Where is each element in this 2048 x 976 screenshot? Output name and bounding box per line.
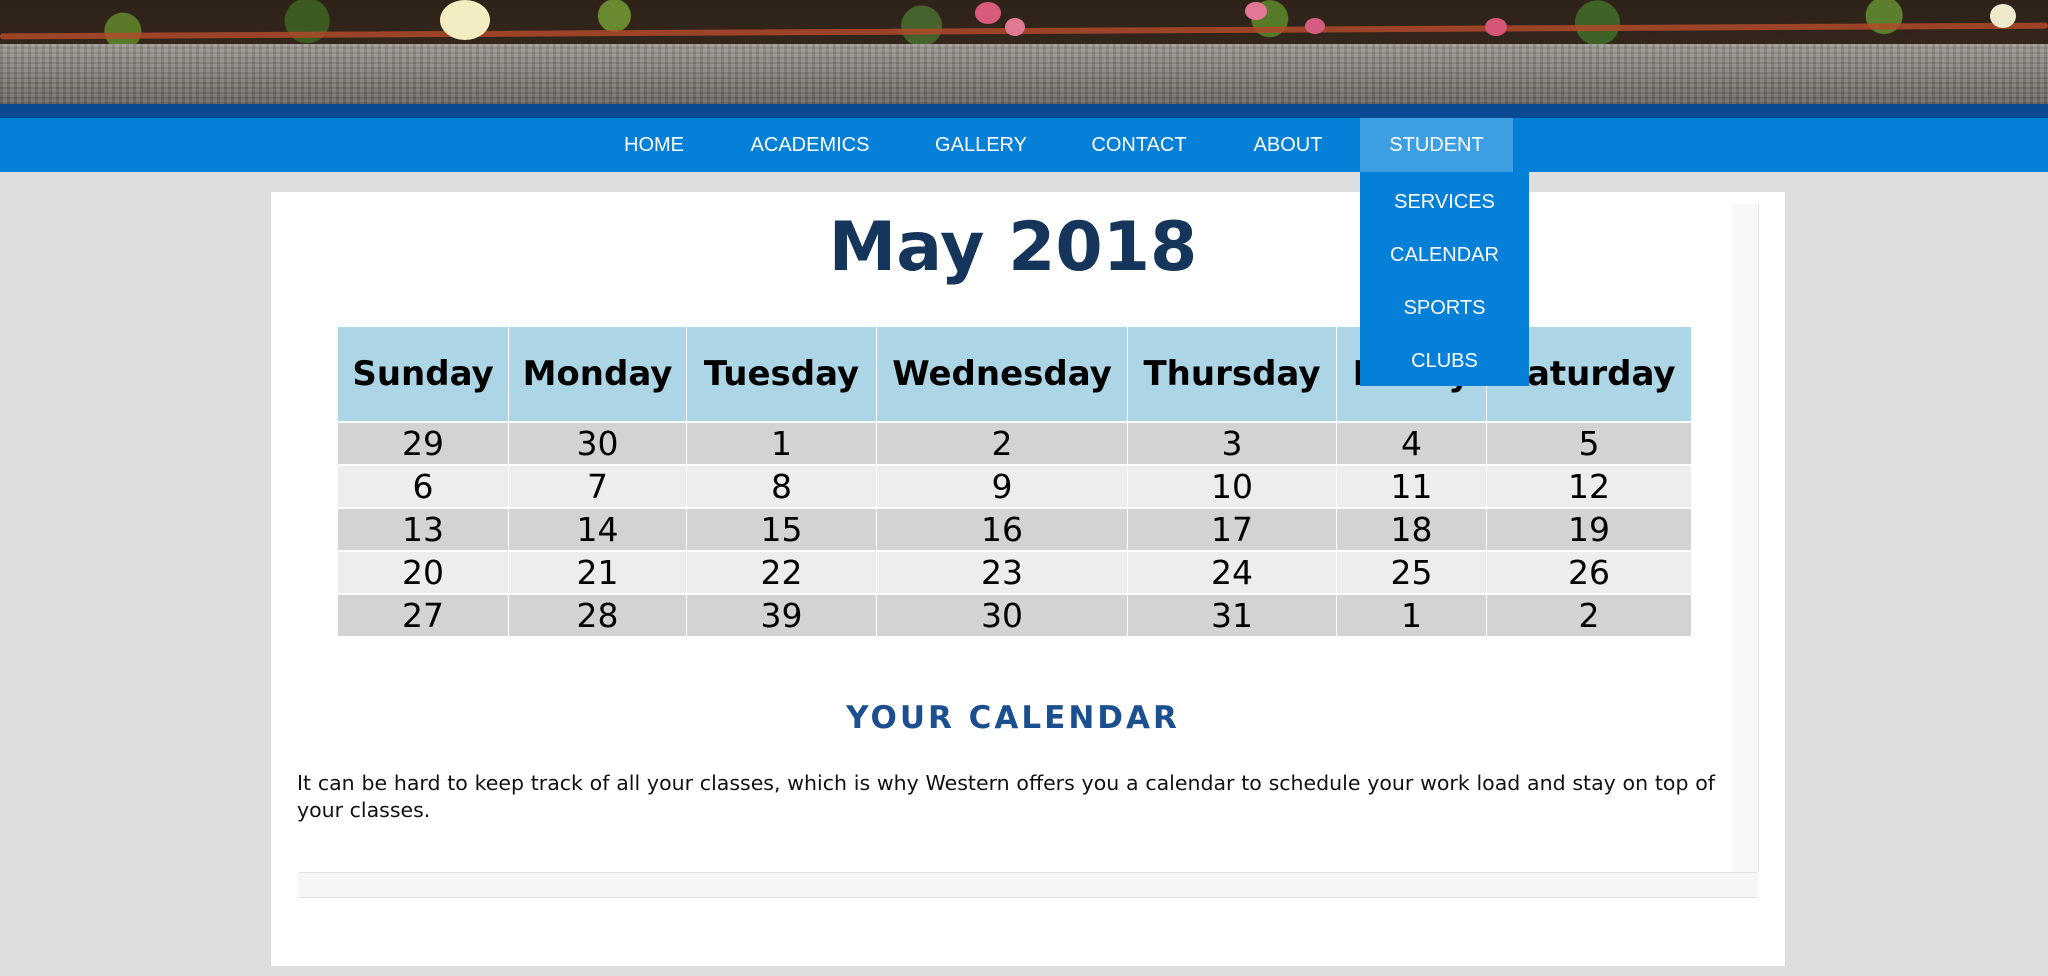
- flower-pink: [1005, 18, 1025, 36]
- header-strip: [0, 104, 2048, 118]
- content-frame-footer: [298, 872, 1758, 898]
- calendar-day-cell[interactable]: 23: [877, 552, 1128, 595]
- dropdown-item-sports[interactable]: SPORTS: [1360, 282, 1529, 335]
- nav-item-gallery[interactable]: GALLERY: [916, 118, 1046, 172]
- calendar-day-cell[interactable]: 19: [1487, 509, 1691, 552]
- calendar-week-row: 13 14 15 16 17 18 19: [338, 509, 1691, 552]
- calendar-day-cell[interactable]: 15: [687, 509, 877, 552]
- calendar-day-cell[interactable]: 30: [509, 423, 687, 466]
- nav-item-about[interactable]: ABOUT: [1232, 118, 1344, 172]
- flower-pink: [1305, 18, 1325, 34]
- calendar-day-cell[interactable]: 26: [1487, 552, 1691, 595]
- calendar-day-cell[interactable]: 4: [1337, 423, 1487, 466]
- day-header-thursday: Thursday: [1128, 327, 1337, 423]
- calendar-day-cell[interactable]: 30: [877, 595, 1128, 638]
- nav-item-home[interactable]: HOME: [604, 118, 704, 172]
- dropdown-item-services[interactable]: SERVICES: [1360, 176, 1529, 229]
- dropdown-item-calendar[interactable]: CALENDAR: [1360, 229, 1529, 282]
- calendar-day-cell[interactable]: 39: [687, 595, 877, 638]
- calendar-week-row: 27 28 39 30 31 1 2: [338, 595, 1691, 638]
- calendar-day-cell[interactable]: 29: [338, 423, 509, 466]
- section-paragraph: It can be hard to keep track of all your…: [297, 771, 1715, 822]
- dropdown-item-clubs[interactable]: CLUBS: [1360, 335, 1529, 388]
- calendar-day-cell[interactable]: 3: [1128, 423, 1337, 466]
- calendar-day-cell[interactable]: 20: [338, 552, 509, 595]
- calendar-day-cell[interactable]: 8: [687, 466, 877, 509]
- day-header-monday: Monday: [509, 327, 687, 423]
- flower-pink: [1245, 2, 1267, 20]
- calendar-day-cell[interactable]: 27: [338, 595, 509, 638]
- calendar-month-title: May 2018: [828, 208, 1198, 287]
- flower-pink: [975, 2, 1001, 24]
- calendar-day-cell[interactable]: 2: [1487, 595, 1691, 638]
- calendar-week-row: 29 30 1 2 3 4 5: [338, 423, 1691, 466]
- header-banner-image: [0, 0, 2048, 104]
- student-dropdown-menu: SERVICES CALENDAR SPORTS CLUBS: [1360, 172, 1529, 386]
- content-frame-edge: [1732, 204, 1759, 872]
- calendar-day-cell[interactable]: 22: [687, 552, 877, 595]
- calendar-day-cell[interactable]: 5: [1487, 423, 1691, 466]
- nav-item-student[interactable]: STUDENT: [1360, 118, 1513, 172]
- day-header-wednesday: Wednesday: [877, 327, 1128, 423]
- calendar-day-cell[interactable]: 2: [877, 423, 1128, 466]
- flower-white: [1990, 4, 2016, 28]
- nav-item-contact[interactable]: CONTACT: [1072, 118, 1206, 172]
- section-title: YOUR CALENDAR: [846, 700, 1180, 736]
- day-header-tuesday: Tuesday: [687, 327, 877, 423]
- calendar-day-cell[interactable]: 7: [509, 466, 687, 509]
- calendar-day-cell[interactable]: 24: [1128, 552, 1337, 595]
- calendar-day-cell[interactable]: 21: [509, 552, 687, 595]
- calendar-day-cell[interactable]: 10: [1128, 466, 1337, 509]
- calendar-day-cell[interactable]: 17: [1128, 509, 1337, 552]
- calendar-day-cell[interactable]: 25: [1337, 552, 1487, 595]
- calendar-day-cell[interactable]: 16: [877, 509, 1128, 552]
- calendar-day-cell[interactable]: 28: [509, 595, 687, 638]
- main-nav: HOME ACADEMICS GALLERY CONTACT ABOUT STU…: [0, 118, 2048, 172]
- calendar-day-cell[interactable]: 6: [338, 466, 509, 509]
- calendar-day-cell[interactable]: 18: [1337, 509, 1487, 552]
- calendar-day-cell[interactable]: 14: [509, 509, 687, 552]
- flower-white: [440, 0, 490, 40]
- calendar-day-cell[interactable]: 1: [1337, 595, 1487, 638]
- nav-item-academics[interactable]: ACADEMICS: [728, 118, 892, 172]
- calendar-day-cell[interactable]: 11: [1337, 466, 1487, 509]
- stone-curb: [0, 44, 2048, 104]
- calendar-day-cell[interactable]: 9: [877, 466, 1128, 509]
- calendar-day-cell[interactable]: 1: [687, 423, 877, 466]
- calendar-week-row: 20 21 22 23 24 25 26: [338, 552, 1691, 595]
- calendar-day-cell[interactable]: 13: [338, 509, 509, 552]
- calendar-day-cell[interactable]: 31: [1128, 595, 1337, 638]
- flower-pink: [1485, 18, 1507, 36]
- calendar-week-row: 6 7 8 9 10 11 12: [338, 466, 1691, 509]
- calendar-day-cell[interactable]: 12: [1487, 466, 1691, 509]
- day-header-sunday: Sunday: [338, 327, 509, 423]
